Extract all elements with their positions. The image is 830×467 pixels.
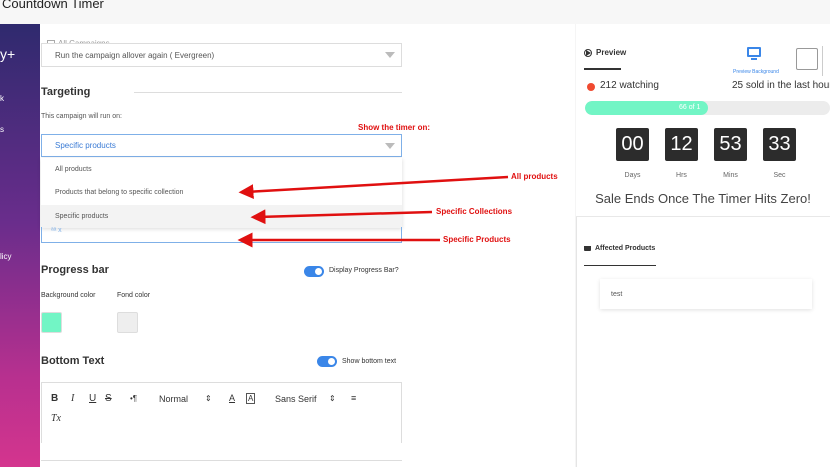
updown-arrow-icon: ⇕ bbox=[329, 394, 336, 403]
updown-arrow-icon: ⇕ bbox=[205, 394, 212, 403]
sidebar-item-1[interactable]: k bbox=[0, 94, 4, 103]
affected-product-item[interactable]: test bbox=[600, 279, 812, 309]
affected-products-underline bbox=[584, 265, 656, 266]
align-button[interactable]: ≡ bbox=[351, 393, 356, 403]
app-title: Countdown Timer bbox=[2, 0, 104, 11]
timer-minutes: 53 bbox=[714, 128, 747, 161]
background-color-swatch[interactable] bbox=[41, 312, 62, 333]
italic-button[interactable]: I bbox=[71, 393, 74, 404]
product-tag-chip[interactable]: ᵃᵃ x bbox=[51, 227, 62, 234]
timer-hours: 12 bbox=[665, 128, 698, 161]
sidebar-item-2[interactable]: s bbox=[0, 125, 4, 134]
recurrence-value: Run the campaign allover again ( Evergre… bbox=[55, 50, 215, 60]
sale-ends-text: Sale Ends Once The Timer Hits Zero! bbox=[595, 191, 811, 206]
affected-products-title: Affected Products bbox=[595, 245, 656, 252]
background-color-button[interactable]: A bbox=[246, 393, 256, 404]
preview-progress-text: 66 of 1 bbox=[679, 104, 701, 111]
targeting-select[interactable]: Specific products bbox=[41, 134, 402, 157]
format-select[interactable]: Normal bbox=[159, 394, 188, 404]
product-tag-input[interactable]: ᵃᵃ x bbox=[41, 227, 402, 243]
progress-bar-toggle[interactable] bbox=[304, 266, 324, 277]
runs-on-label: This campaign will run on: bbox=[41, 113, 122, 120]
text-color-button[interactable]: A bbox=[229, 393, 235, 403]
bottom-text-title: Bottom Text bbox=[41, 355, 105, 367]
annotation-specific-collections: Specific Collections bbox=[436, 207, 513, 216]
annotation-all-products: All products bbox=[511, 172, 558, 181]
strikethrough-button[interactable]: S bbox=[105, 393, 112, 404]
targeting-divider bbox=[134, 92, 402, 93]
tab-preview-label: Preview bbox=[596, 48, 627, 57]
live-dot-icon bbox=[587, 83, 595, 91]
affected-products-tab[interactable]: Affected Products bbox=[584, 245, 655, 252]
fond-color-swatch[interactable] bbox=[117, 312, 138, 333]
underline-button[interactable]: U bbox=[89, 393, 96, 404]
fond-color-label: Fond color bbox=[117, 292, 151, 299]
preview-tab-underline bbox=[584, 68, 621, 70]
app-root: Countdown Timer y+ k s licy All Campaign… bbox=[0, 0, 830, 467]
targeting-title: Targeting bbox=[41, 86, 91, 98]
top-bar: Countdown Timer bbox=[0, 0, 830, 24]
editor-divider bbox=[41, 460, 402, 461]
background-color-label: Background color bbox=[41, 292, 96, 299]
timer-hours-label: Hrs bbox=[676, 172, 687, 179]
annotation-specific-products: Specific Products bbox=[443, 235, 511, 244]
chevron-down-icon bbox=[385, 142, 395, 149]
timer-minutes-label: Mins bbox=[723, 172, 738, 179]
bottom-text-toggle[interactable] bbox=[317, 356, 337, 367]
sidebar-logo[interactable]: y+ bbox=[0, 46, 15, 62]
recurrence-select[interactable]: Run the campaign allover again ( Evergre… bbox=[41, 43, 402, 67]
monitor-icon[interactable] bbox=[747, 47, 761, 57]
targeting-selected: Specific products bbox=[55, 141, 116, 150]
timer-days: 00 bbox=[616, 128, 649, 161]
clear-format-button[interactable]: Tx bbox=[51, 413, 61, 424]
font-select[interactable]: Sans Serif bbox=[275, 394, 317, 404]
timer-seconds: 33 bbox=[763, 128, 796, 161]
timer-days-label: Days bbox=[624, 172, 641, 179]
annotation-show-timer: Show the timer on: bbox=[358, 123, 430, 132]
option-specific-collection[interactable]: Products that belong to specific collect… bbox=[41, 181, 402, 204]
targeting-dropdown: All products Products that belong to spe… bbox=[41, 158, 402, 228]
tab-preview[interactable]: Preview bbox=[584, 48, 626, 57]
sidebar: y+ k s licy bbox=[0, 24, 40, 467]
option-all-products[interactable]: All products bbox=[41, 158, 402, 181]
watching-count: 212 watching bbox=[600, 80, 659, 91]
progress-bar-toggle-label: Display Progress Bar? bbox=[329, 267, 399, 274]
play-icon bbox=[584, 48, 592, 57]
preview-background-label[interactable]: Preview Background bbox=[733, 69, 779, 75]
option-specific-products[interactable]: Specific products bbox=[41, 205, 402, 228]
sold-count: 25 sold in the last hour bbox=[732, 80, 830, 91]
preview-divider bbox=[822, 46, 823, 76]
bold-button[interactable]: B bbox=[51, 393, 58, 404]
timer-seconds-label: Sec bbox=[773, 172, 786, 179]
progress-bar-title: Progress bar bbox=[41, 264, 109, 276]
sidebar-item-3[interactable]: licy bbox=[0, 252, 12, 261]
preview-progress-bar bbox=[585, 101, 830, 115]
monitor-stand bbox=[751, 58, 757, 60]
cart-icon bbox=[584, 246, 591, 251]
rich-text-editor[interactable] bbox=[41, 382, 402, 443]
bottom-text-toggle-label: Show bottom text bbox=[342, 358, 397, 365]
paragraph-direction-button[interactable]: •¶ bbox=[130, 394, 137, 403]
chevron-down-icon bbox=[385, 52, 395, 58]
preview-background-swatch[interactable] bbox=[796, 48, 818, 70]
